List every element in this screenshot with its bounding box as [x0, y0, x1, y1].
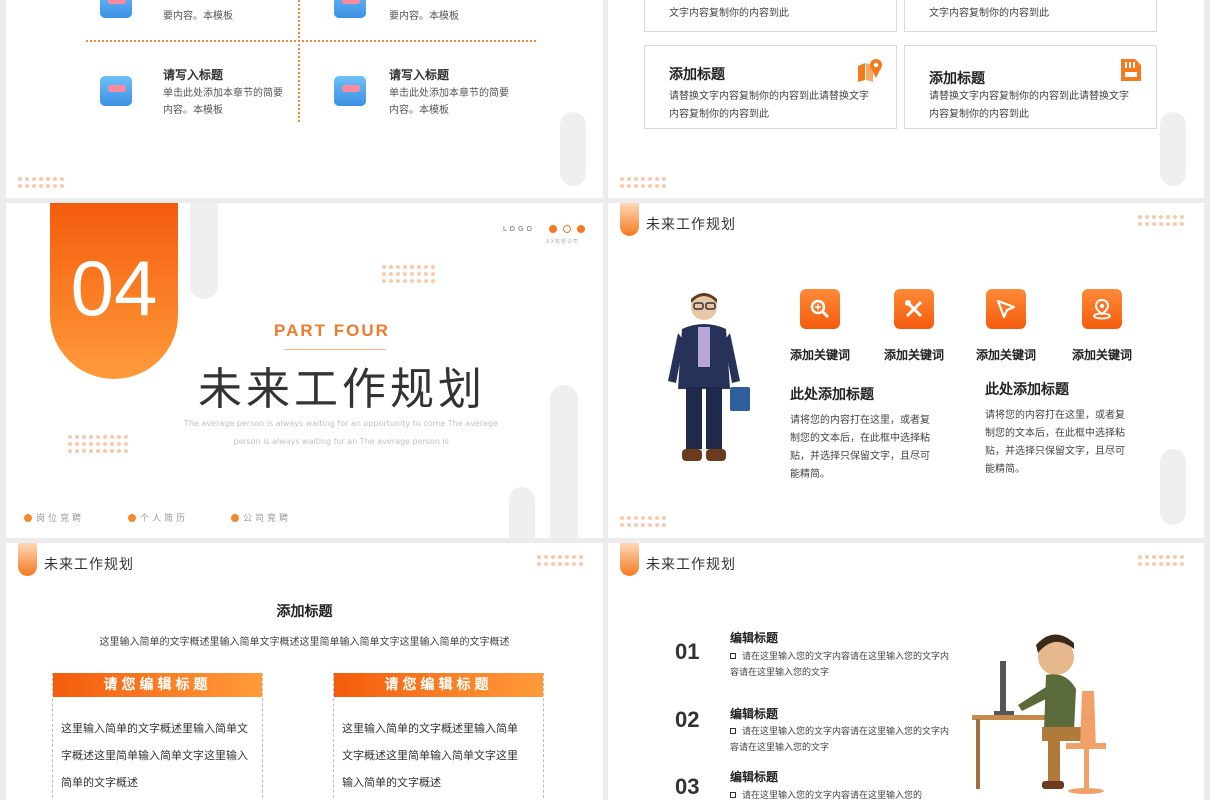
footer-item: 公司竞聘: [231, 511, 291, 524]
slide-thumbnail-6[interactable]: 未来工作规划 01 编辑标题 请在这里输入您的文字内容请在这里输入您的文字内容请…: [608, 543, 1204, 800]
decor-pill: [1160, 449, 1186, 525]
content-title: 添加标题: [276, 604, 333, 620]
slide-thumbnail-2[interactable]: 文字内容复制你的内容到此 文字内容复制你的内容到此 添加标题 请替换文字内容复制…: [608, 0, 1204, 198]
decor-dots: [537, 555, 583, 566]
tools-icon: [894, 289, 934, 329]
slide-thumbnail-5[interactable]: 未来工作规划 添加标题 这里输入简单的文字概述里输入简单文字概述这里简单输入简单…: [6, 543, 603, 800]
decor-dots: [620, 516, 666, 527]
decor-dots: [1138, 215, 1184, 226]
header-tab: [620, 203, 639, 236]
desk-worker-illustration: [972, 634, 1106, 794]
decor-dots: [382, 265, 435, 283]
step-number: 03: [675, 774, 700, 799]
cursor-icon: [986, 289, 1026, 329]
keyword-label: 添加关键词: [789, 348, 850, 362]
logo-dot: [549, 225, 557, 233]
step-title: 编辑标题: [730, 707, 779, 721]
content-item: 要内容。本模板: [389, 6, 589, 25]
keyword-label: 添加关键词: [883, 348, 944, 362]
content-item: 请写入标题 单击此处添加本章节的简要内容。本模板: [389, 66, 509, 119]
keyword-label: 添加关键词: [975, 348, 1036, 362]
wallet-icon: [100, 0, 132, 18]
card-title: 请您编辑标题: [334, 673, 543, 697]
slide-header: 未来工作规划: [646, 557, 736, 573]
content-box: 添加标题 请替换文字内容复制你的内容到此请替换文字内容复制你的内容到此: [904, 45, 1157, 129]
box-desc: 文字内容复制你的内容到此: [929, 8, 1049, 19]
content-card: 请您编辑标题 这里输入简单的文字概述里输入简单文字概述这里简单输入简单文字这里输…: [333, 673, 544, 800]
step-desc: 请在这里输入您的文字内容请在这里输入您的文字内容请在这里输入您的文字: [730, 652, 950, 678]
block-title: 此处添加标题: [985, 382, 1069, 398]
slide-thumbnail-4[interactable]: 未来工作规划 添加关键词 添加关键词 添加关键词 添加关键词 此处添加标题 请将…: [608, 203, 1204, 538]
decor-dots: [620, 177, 666, 188]
box-desc: 请替换文字内容复制你的内容到此请替换文字内容复制你的内容到此: [929, 91, 1129, 120]
item-title: 请写入标题: [163, 68, 224, 82]
slide-thumbnail-1[interactable]: 要内容。本模板 要内容。本模板 请写入标题 单击此处添加本章节的简要内容。本模板…: [6, 0, 603, 198]
step-desc: 请在这里输入您的文字内容请在这里输入您的: [730, 788, 950, 800]
decor-pill: [550, 385, 578, 538]
decor-pill: [190, 203, 218, 299]
card-text: 这里输入简单的文字概述里输入简单文字概述这里简单输入简单文字这里输入简单的文字概…: [342, 722, 518, 789]
card-text: 这里输入简单的文字概述里输入简单文字概述这里简单输入简单文字这里输入简单的文字概…: [61, 722, 248, 789]
keyword-label: 添加关键词: [1071, 348, 1132, 362]
item-desc: 要内容。本模板: [163, 11, 233, 22]
step-desc: 请在这里输入您的文字内容请在这里输入您的文字内容请在这里输入您的文字: [730, 727, 950, 753]
decor-dots: [68, 435, 128, 453]
section-subtitle: The average person is always waiting for…: [184, 419, 498, 446]
box-desc: 文字内容复制你的内容到此: [669, 8, 789, 19]
wallet-icon: [334, 76, 366, 106]
part-label: PART FOUR: [274, 321, 390, 340]
content-subtitle: 这里输入简单的文字概述里输入简单文字概述这里简单输入简单文字这里输入简单的文字概…: [99, 637, 510, 648]
content-card: 请您编辑标题 这里输入简单的文字概述里输入简单文字概述这里简单输入简单文字这里输…: [52, 673, 263, 800]
box-title: 添加标题: [929, 71, 985, 87]
logo-subtitle: XX有限公司: [546, 239, 579, 245]
slide-grid: 要内容。本模板 要内容。本模板 请写入标题 单击此处添加本章节的简要内容。本模板…: [0, 0, 1210, 800]
item-desc: 要内容。本模板: [389, 11, 459, 22]
slide-header: 未来工作规划: [646, 217, 736, 233]
content-item: 要内容。本模板: [163, 6, 363, 25]
header-tab: [18, 543, 37, 576]
item-desc: 单击此处添加本章节的简要内容。本模板: [163, 88, 283, 116]
businessman-illustration: [668, 293, 750, 461]
block-body: 请将您的内容打在这里，或者复制您的文本后，在此框中选择粘贴，并选择只保留文字，且…: [790, 415, 930, 480]
footer-item: 个人简历: [128, 511, 188, 524]
content-box: 文字内容复制你的内容到此: [904, 0, 1157, 32]
decor-pill: [560, 112, 586, 186]
map-pin-icon: [858, 59, 882, 82]
card-title: 请您编辑标题: [53, 673, 262, 697]
block-title: 此处添加标题: [790, 387, 874, 403]
wallet-icon: [100, 76, 132, 106]
logo-dot: [577, 225, 585, 233]
divider-vertical: [298, 0, 300, 122]
block-body: 请将您的内容打在这里，或者复制您的文本后，在此框中选择粘贴，并选择只保留文字，且…: [985, 410, 1125, 475]
item-title: 请写入标题: [389, 68, 450, 82]
section-number: 04: [70, 244, 158, 332]
footer-item: 岗位竞聘: [24, 511, 84, 524]
decor-pill: [509, 487, 535, 538]
step-title: 编辑标题: [730, 631, 779, 645]
box-title: 添加标题: [669, 67, 725, 83]
sd-card-icon: [1121, 59, 1141, 81]
slide-header: 未来工作规划: [44, 557, 134, 573]
content-item: 请写入标题 单击此处添加本章节的简要内容。本模板: [163, 66, 283, 119]
content-box: 添加标题 请替换文字内容复制你的内容到此请替换文字内容复制你的内容到此: [644, 45, 897, 129]
part-underline: [284, 349, 386, 350]
slide-thumbnail-3[interactable]: 04 LOGO XX有限公司 PART FOUR 未来工作规划 The aver…: [6, 203, 603, 538]
step-number: 02: [675, 707, 700, 732]
logo-dot: [563, 225, 571, 233]
box-desc: 请替换文字内容复制你的内容到此请替换文字内容复制你的内容到此: [669, 91, 869, 120]
header-tab: [620, 543, 639, 576]
step-title: 编辑标题: [730, 770, 779, 784]
content-box: 文字内容复制你的内容到此: [644, 0, 897, 32]
section-title: 未来工作规划: [198, 364, 486, 415]
item-desc: 单击此处添加本章节的简要内容。本模板: [389, 88, 509, 116]
decor-dots: [1138, 555, 1184, 566]
wallet-icon: [334, 0, 366, 18]
decor-dots: [18, 177, 64, 188]
location-icon: [1082, 289, 1122, 329]
search-icon: [800, 289, 840, 329]
logo-text: LOGO: [502, 225, 535, 233]
step-number: 01: [675, 639, 700, 664]
decor-pill: [1160, 112, 1186, 186]
divider-horizontal: [86, 40, 536, 42]
